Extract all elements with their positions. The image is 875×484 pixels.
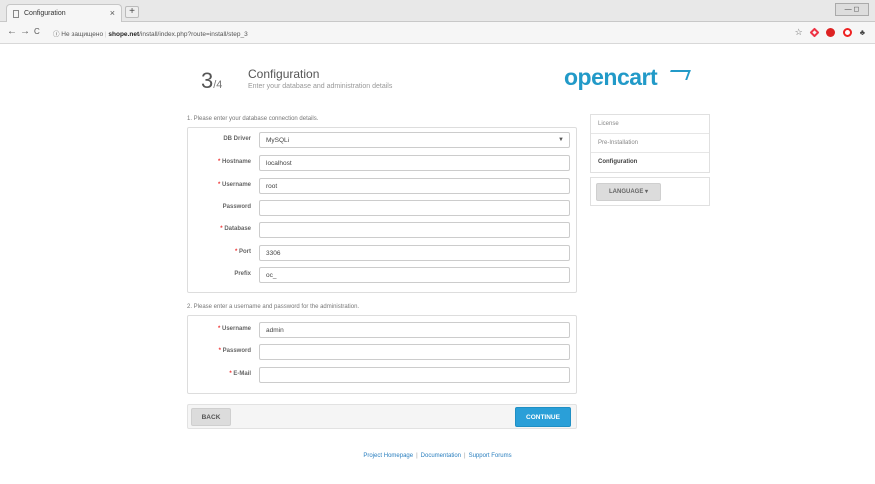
step-indicator: 3/4 — [201, 68, 222, 94]
field-label: * Username — [218, 326, 251, 332]
field-label: Prefix — [234, 271, 251, 277]
admin-panel: * Username admin * Password * E-Mail — [187, 315, 577, 394]
url-path: /install/index.php?route=install/step_3 — [139, 31, 248, 38]
close-tab-icon[interactable]: × — [110, 8, 115, 18]
window-controls[interactable]: — ◻ — [835, 3, 869, 16]
field-label: * Password — [219, 348, 251, 354]
field-label: * E-Mail — [229, 371, 251, 377]
field-label-text: Prefix — [234, 271, 251, 277]
form-row: Prefix oc_ — [188, 267, 578, 284]
extensions-area: ☆ ♣ — [795, 27, 865, 38]
footer-separator: | — [416, 453, 418, 459]
adblock-icon[interactable] — [825, 28, 835, 37]
sidebar-item-license[interactable]: License — [591, 115, 709, 134]
field-value: admin — [266, 327, 284, 334]
form-row: * Database — [188, 222, 578, 239]
form-row: DB Driver MySQLi ▼ — [188, 132, 578, 149]
security-indicator[interactable]: ⓘ Не защищено — [53, 31, 103, 38]
field-label-text: Password — [222, 204, 251, 210]
form-row: * Username root — [188, 178, 578, 195]
db-panel: DB Driver MySQLi ▼ * Hostname localhost * Use… — [187, 127, 577, 293]
form-row: Password — [188, 200, 578, 217]
language-box: LANGUAGE ▾ — [590, 177, 710, 206]
footer-separator: | — [464, 453, 466, 459]
chevron-down-icon: ▼ — [558, 137, 564, 143]
form-row: * Port 3306 — [188, 245, 578, 262]
field-label: * Database — [220, 226, 251, 232]
field-label-text: Hostname — [221, 159, 251, 165]
form-row: * Username admin — [188, 322, 578, 339]
opencart-logo: opencart — [564, 64, 658, 90]
username-input[interactable]: root — [259, 178, 570, 194]
field-value: 3306 — [266, 250, 281, 257]
field-value: localhost — [266, 160, 292, 167]
prefix-input[interactable]: oc_ — [259, 267, 570, 283]
url-host: shope.net — [108, 31, 140, 38]
form-row: * Password — [188, 344, 578, 361]
password-input[interactable] — [259, 200, 570, 216]
project-homepage-link[interactable]: Project Homepage — [363, 453, 413, 459]
sidebar-item-configuration[interactable]: Configuration — [591, 153, 709, 172]
username-input[interactable]: admin — [259, 322, 570, 338]
field-label: * Port — [235, 249, 251, 255]
password-input[interactable] — [259, 344, 570, 360]
browser-tab[interactable]: Configuration × — [6, 4, 122, 22]
field-value: root — [266, 183, 278, 190]
field-value: MySQLi — [266, 137, 290, 144]
continue-button[interactable]: CONTINUE — [515, 407, 571, 427]
language-dropdown-button[interactable]: LANGUAGE ▾ — [596, 183, 661, 201]
form-row: * Hostname localhost — [188, 155, 578, 172]
field-label: * Username — [218, 182, 251, 188]
step-number: 3 — [201, 68, 214, 93]
port-input[interactable]: 3306 — [259, 245, 570, 261]
page-title: Configuration — [248, 67, 320, 81]
field-label-text: Port — [239, 249, 251, 255]
extension-icon[interactable]: ♣ — [860, 28, 865, 37]
e-mail-input[interactable] — [259, 367, 570, 383]
page-subtitle: Enter your database and administration d… — [248, 83, 393, 90]
step-total: /4 — [213, 79, 223, 91]
bookmark-star-icon[interactable]: ☆ — [795, 27, 803, 38]
field-label: * Hostname — [218, 159, 251, 165]
hostname-input[interactable]: localhost — [259, 155, 570, 171]
opera-icon[interactable] — [842, 28, 852, 37]
extension-triangle-icon[interactable] — [809, 27, 820, 38]
field-label-text: Username — [221, 182, 251, 188]
back-arrow-icon[interactable]: ← — [7, 26, 17, 37]
reload-icon[interactable]: C — [34, 27, 40, 36]
field-label-text: Database — [224, 226, 251, 232]
back-button[interactable]: BACK — [191, 408, 231, 426]
db-driver-select[interactable]: MySQLi ▼ — [259, 132, 570, 148]
footer-links: Project Homepage | Documentation | Support F… — [0, 453, 875, 459]
page-icon — [13, 9, 19, 18]
support-forums-link[interactable]: Support Forums — [469, 453, 512, 459]
browser-tab-bar: Configuration × + — ◻ — [0, 0, 875, 22]
field-value: oc_ — [266, 272, 277, 279]
field-label-text: E-Mail — [233, 371, 251, 377]
admin-section-label: 2. Please enter a username and password … — [187, 304, 360, 310]
button-bar: BACK CONTINUE — [187, 404, 577, 429]
form-row: * E-Mail — [188, 367, 578, 384]
url-field[interactable]: ⓘ Не защищено | shope.net/install/index.… — [53, 28, 248, 38]
field-label-text: Username — [221, 326, 251, 332]
documentation-link[interactable]: Documentation — [421, 453, 461, 459]
steps-sidebar: License Pre-Installation Configuration — [590, 114, 710, 173]
new-tab-button[interactable]: + — [125, 6, 139, 18]
tab-title: Configuration — [24, 10, 66, 17]
forward-arrow-icon[interactable]: → — [20, 26, 30, 37]
field-label: DB Driver — [223, 136, 251, 142]
address-bar: ← → C ⓘ Не защищено | shope.net/install/… — [0, 22, 875, 44]
field-label-text: DB Driver — [223, 136, 251, 142]
db-section-label: 1. Please enter your database connection… — [187, 116, 319, 122]
field-label: Password — [223, 204, 251, 210]
cart-logo-icon — [667, 70, 691, 80]
sidebar-item-pre-installation[interactable]: Pre-Installation — [591, 134, 709, 153]
field-label-text: Password — [222, 348, 251, 354]
database-input[interactable] — [259, 222, 570, 238]
